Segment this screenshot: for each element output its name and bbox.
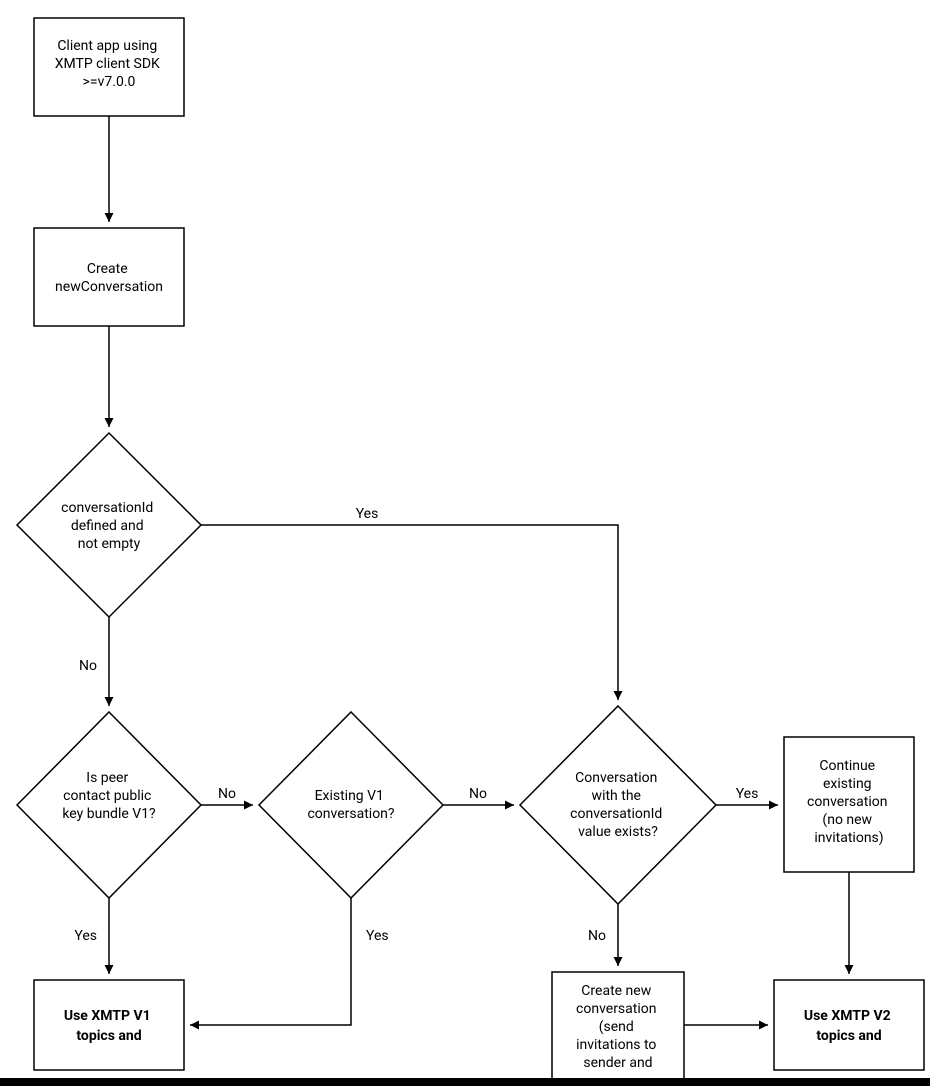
edge-d-peer-no: No [201, 786, 253, 805]
node-create-new: Create new conversation (send invitation… [552, 972, 684, 1082]
bottom-border [0, 1078, 930, 1086]
svg-text:No: No [588, 928, 606, 944]
svg-text:Yes: Yes [366, 928, 389, 944]
edge-d-val-yes: Yes [716, 786, 778, 805]
svg-text:Continue existing conv: Continue existing conversation (no new i… [807, 758, 891, 846]
edge-d-conv-no: No [79, 617, 109, 706]
node-d-conversation-id: conversationId defined and not empty [17, 433, 201, 617]
node-use-v2: Use XMTP V2 topics and [774, 980, 924, 1070]
node-use-v1: Use XMTP V1 topics and [34, 980, 184, 1070]
svg-text:Yes: Yes [356, 506, 379, 522]
flowchart: Client app using XMTP client SDK >=v7.0.… [0, 0, 930, 1086]
edge-d-exist-yes: Yes [190, 898, 389, 1025]
node-d-value-exists: Conversation with the conversationId val… [520, 706, 716, 904]
node-create: Create newConversation [34, 228, 184, 326]
edge-d-val-no: No [588, 904, 618, 966]
node-d-peer: Is peer contact public key bundle V1? [17, 712, 201, 898]
edge-d-exist-no: No [443, 786, 514, 805]
node-continue: Continue existing conversation (no new i… [784, 737, 914, 872]
node-start: Client app using XMTP client SDK >=v7.0.… [34, 18, 184, 116]
svg-text:Yes: Yes [74, 928, 97, 944]
svg-text:No: No [469, 786, 487, 802]
edge-d-conv-yes: Yes [201, 506, 618, 700]
svg-text:Yes: Yes [736, 786, 759, 802]
svg-text:No: No [79, 658, 97, 674]
svg-text:No: No [218, 786, 236, 802]
edge-d-peer-yes: Yes [74, 898, 109, 974]
node-d-existing: Existing V1 conversation? [259, 712, 443, 898]
